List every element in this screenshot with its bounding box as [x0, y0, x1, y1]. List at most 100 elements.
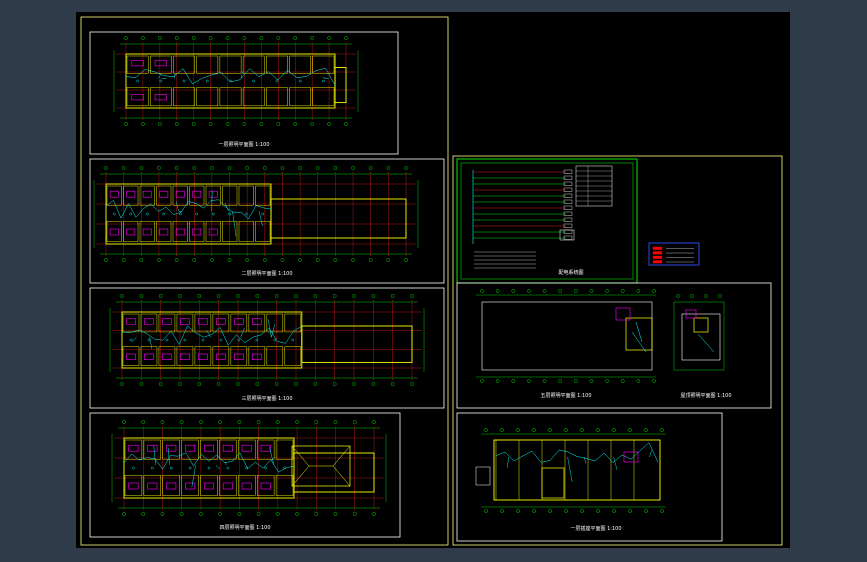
room	[196, 55, 219, 74]
axis-bubble	[612, 509, 616, 513]
axis-bubble	[157, 258, 161, 262]
bathroom-fixture	[147, 482, 158, 490]
axis-bubble	[139, 382, 144, 386]
drawing-canvas[interactable]: 一层照明平面图 1:100 二层照明平面图 1:100 三层照明平面图 1:100 四…	[76, 12, 790, 548]
axis-bubble	[333, 166, 338, 170]
sheet-1: 一层照明平面图 1:100	[89, 31, 399, 155]
axis-bubble	[141, 420, 146, 424]
bathroom-fixture	[154, 60, 167, 67]
room	[255, 185, 271, 206]
bathroom-fixture	[208, 228, 218, 236]
bathroom-fixture	[222, 444, 233, 452]
light-fixture	[261, 212, 265, 216]
room	[219, 439, 237, 460]
roof-hip	[291, 465, 310, 487]
axis-bubble	[313, 294, 318, 298]
sheet-label: 三层照明平面图 1:100	[242, 396, 293, 402]
axis-bubble	[660, 428, 664, 432]
sheet-border	[89, 31, 399, 155]
wiring-branch	[269, 447, 275, 466]
room	[143, 474, 162, 496]
axis-bubble	[199, 512, 203, 516]
axis-bubble	[227, 166, 232, 170]
axis-bubble	[644, 509, 648, 513]
light-fixture	[112, 212, 116, 216]
bathroom-fixture	[203, 444, 215, 452]
axis-bubble	[295, 512, 299, 516]
room	[238, 474, 256, 496]
light-fixture	[207, 466, 211, 470]
room	[194, 313, 212, 333]
axis-bubble	[104, 258, 108, 262]
axis-bubble	[333, 258, 338, 262]
light-fixture	[273, 338, 277, 342]
axis-bubble	[386, 258, 391, 262]
sheet-6: 五层照明平面图 1:100 屋顶照明平面图 1:100	[456, 282, 772, 409]
sheet-label: 一层插座平面图 1:100	[571, 525, 622, 532]
axis-bubble	[532, 509, 536, 513]
breaker-box	[563, 169, 573, 174]
light-fixture	[298, 79, 302, 83]
axis-bubble	[280, 166, 285, 170]
breaker-box	[563, 223, 573, 228]
room	[289, 55, 312, 74]
bathroom-fixture	[126, 353, 136, 360]
axis-bubble	[208, 36, 213, 40]
room	[284, 313, 302, 333]
roof-outline	[291, 445, 351, 487]
axis-bubble	[516, 428, 520, 432]
axis-bubble	[404, 258, 408, 262]
axis-bubble	[120, 294, 124, 298]
axis-bubble	[371, 294, 376, 298]
sheet-label: 五层照明平面图 1:100	[541, 393, 592, 399]
room	[126, 55, 149, 74]
axis-bubble	[636, 289, 641, 293]
bathroom-fixture	[147, 444, 158, 452]
sheet-2: 二层照明平面图 1:100	[89, 158, 445, 284]
sheet-label: 一层照明平面图 1:100	[219, 142, 270, 148]
axis-bubble	[352, 420, 357, 424]
room	[149, 87, 172, 107]
axis-bubble	[276, 512, 280, 516]
bathroom-fixture	[154, 94, 167, 101]
room	[312, 87, 335, 107]
room	[200, 474, 218, 496]
axis-bubble	[218, 512, 222, 516]
room	[255, 220, 271, 242]
sheet-label: 二层照明平面图 1:100	[242, 271, 293, 277]
bathroom-fixture	[128, 482, 139, 490]
axis-bubble	[141, 36, 145, 40]
axis-bubble	[628, 428, 632, 432]
axis-bubble	[197, 294, 202, 298]
axis-bubble	[310, 36, 314, 40]
axis-bubble	[295, 420, 299, 424]
axis-bubble	[589, 289, 594, 293]
room	[123, 185, 139, 206]
room	[140, 313, 158, 333]
room	[122, 313, 140, 333]
bathroom-fixture	[192, 190, 202, 198]
axis-bubble	[139, 166, 144, 170]
room	[176, 346, 194, 366]
light-fixture	[132, 466, 135, 470]
axis-bubble	[179, 512, 184, 516]
light-fixture	[275, 79, 279, 83]
cad-viewport[interactable]: 一层照明平面图 1:100 二层照明平面图 1:100 三层照明平面图 1:100 四…	[0, 0, 867, 562]
light-fixture	[165, 338, 169, 342]
axis-bubble	[404, 166, 408, 170]
wiring-run	[495, 442, 659, 464]
axis-bubble	[122, 512, 126, 516]
light-fixture	[169, 466, 173, 470]
axis-bubble	[276, 420, 280, 424]
axis-bubble	[644, 428, 648, 432]
room	[181, 474, 199, 496]
legend-swatch	[652, 255, 663, 259]
axis-bubble	[191, 122, 196, 126]
room	[196, 87, 219, 107]
axis-bubble	[237, 512, 242, 516]
axis-bubble	[178, 382, 182, 386]
light-fixture	[182, 79, 186, 83]
bathroom-fixture	[180, 353, 190, 360]
room	[266, 346, 284, 366]
axis-bubble	[245, 166, 249, 170]
